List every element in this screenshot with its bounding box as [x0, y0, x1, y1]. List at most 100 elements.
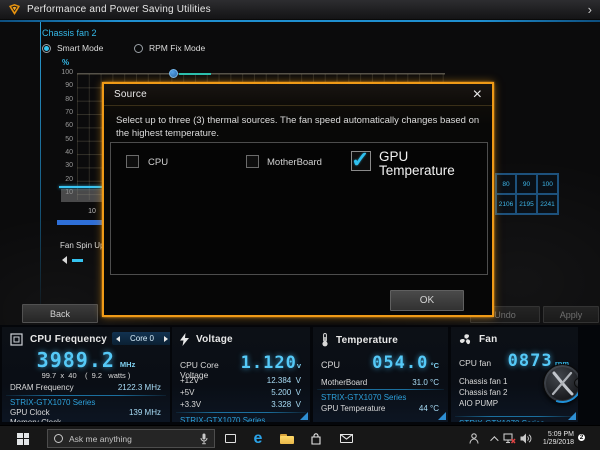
core-selector-value: Core 0 [130, 334, 154, 343]
notification-badge: 2 [577, 433, 586, 442]
cpu-frequency-unit: MHz [120, 360, 135, 369]
fan-panel: Fan CPU fan 0873 rpm Chassis fan 1 Chass… [451, 327, 578, 422]
source-dialog: Source × Select up to three (3) thermal … [102, 82, 494, 317]
volume-tray-button[interactable] [517, 426, 534, 450]
clock-time: 5:09 PM [548, 431, 574, 438]
rail-3v3-row: +3.3V 3.328 V [180, 400, 301, 409]
current-duty-fill [61, 189, 104, 202]
temperature-header: Temperature [321, 333, 398, 347]
cpu-checkbox-label: CPU [148, 157, 168, 168]
cpu-frequency-title: CPU Frequency [30, 334, 107, 345]
cpu-core-voltage-readout: 1.120v [241, 353, 301, 373]
temperature-title: Temperature [336, 335, 398, 346]
gpu-temperature-checkbox[interactable]: ✓ [351, 151, 371, 171]
core-selector[interactable]: Core 0 [112, 332, 170, 345]
file-explorer-button[interactable] [275, 426, 299, 450]
action-center-button[interactable]: 2 [572, 426, 592, 450]
rail-5v-label: +5V [180, 388, 194, 397]
chart-percent-label: % [62, 58, 69, 67]
thermal-source-box: CPU MotherBoard ✓ GPU Temperature [110, 142, 488, 275]
edge-button[interactable]: e [246, 426, 270, 450]
gpu-series-label: STRIX-GTX1070 Series [321, 393, 406, 402]
chevron-up-icon [490, 436, 498, 444]
task-view-button[interactable] [218, 426, 242, 450]
rpm-fix-mode-radio[interactable] [134, 44, 143, 53]
y-tick: 80 [53, 96, 73, 103]
chevron-right-icon[interactable] [164, 336, 168, 342]
windows-logo-icon [17, 433, 29, 445]
source-dialog-description: Select up to three (3) thermal sources. … [116, 114, 484, 141]
apply-button-label: Apply [560, 310, 583, 320]
lightning-icon [180, 333, 189, 346]
cpu-frequency-detail: 99.7 x 40 ( 9.2 watts ) [2, 371, 170, 380]
fan-spin-up-slider[interactable] [62, 256, 83, 264]
back-button[interactable]: Back [22, 304, 98, 323]
fan-header: Fan [459, 333, 497, 346]
rpm-fix-mode-option[interactable]: RPM Fix Mode [134, 42, 205, 54]
panel-divider [176, 412, 306, 413]
panel-expand-handle[interactable] [568, 412, 576, 420]
chevron-left-icon[interactable] [116, 336, 120, 342]
ok-button-label: OK [420, 295, 434, 306]
start-button[interactable] [0, 426, 46, 450]
cpu-fan-label: CPU fan [459, 358, 491, 368]
cpu-core-voltage-value: 1.120 [241, 353, 297, 373]
cortana-search-box[interactable] [47, 429, 215, 448]
smart-mode-option[interactable]: Smart Mode [42, 42, 103, 54]
rpm-fix-mode-label: RPM Fix Mode [149, 43, 205, 53]
cpu-temperature-readout: 054.0 °C [372, 353, 439, 373]
current-duty-line [59, 186, 104, 188]
cpu-frequency-value: 3989.2 [37, 348, 115, 372]
gpu-temperature-checkbox-label: GPU Temperature [379, 150, 467, 179]
smart-mode-radio[interactable] [42, 44, 51, 53]
network-tray-button[interactable] [501, 426, 517, 450]
fan-section-title: Chassis fan 2 [42, 28, 97, 38]
folder-icon [280, 434, 294, 444]
tray-overflow-button[interactable] [486, 426, 500, 450]
y-tick: 30 [53, 162, 73, 169]
cpu-checkbox[interactable] [126, 155, 139, 168]
slider-handle[interactable] [72, 259, 83, 262]
task-view-icon [225, 434, 236, 443]
store-button[interactable] [304, 426, 328, 450]
cortana-icon [54, 434, 63, 443]
chart-horizontal-slider[interactable] [57, 220, 104, 225]
y-tick: 90 [53, 82, 73, 89]
apply-button[interactable]: Apply [543, 306, 599, 323]
rpm-table-rpm-cell: 2241 [537, 194, 558, 214]
cpu-temperature-value: 054.0 [372, 353, 428, 373]
dram-frequency-label: DRAM Frequency [10, 383, 74, 392]
taskbar-clock[interactable]: 5:09 PM 1/29/2018 [536, 426, 574, 450]
radio-dot [44, 46, 49, 51]
cpu-frequency-header: CPU Frequency [10, 333, 107, 346]
cpu-temperature-unit: °C [431, 361, 439, 370]
gpu-clock-value: 139 MHz [129, 408, 161, 417]
x-tick: 10 [84, 208, 100, 215]
left-accent-line [40, 22, 41, 320]
cpu-fan-value: 0873 [508, 351, 553, 371]
mail-button[interactable] [334, 426, 358, 450]
panel-divider [317, 389, 444, 390]
panel-divider [455, 416, 574, 417]
y-tick: 70 [53, 109, 73, 116]
motherboard-temp-value: 31.0 °C [412, 378, 439, 387]
close-icon[interactable]: × [473, 88, 482, 102]
people-tray-button[interactable] [465, 426, 483, 450]
ok-button[interactable]: OK [390, 290, 464, 311]
titlebar-chevron-icon[interactable]: › [588, 3, 592, 16]
dram-frequency-row: DRAM Frequency 2122.3 MHz [10, 383, 161, 392]
motherboard-checkbox[interactable] [246, 155, 259, 168]
search-input[interactable] [69, 434, 194, 444]
fan-xpert-logo-knob [574, 378, 578, 388]
fan-curve-segment [179, 73, 211, 75]
microphone-icon[interactable] [200, 433, 208, 445]
hardware-monitor-bar: CPU Frequency Core 0 3989.2 MHz 99.7 x 4… [0, 325, 600, 425]
panel-expand-handle[interactable] [300, 412, 308, 420]
panel-expand-handle[interactable] [438, 412, 446, 420]
chevron-left-icon[interactable] [62, 256, 67, 264]
rpm-table-rpm-cell: 2106 [496, 194, 516, 214]
rail-5v-value: 5.200 V [271, 388, 301, 397]
back-button-label: Back [50, 309, 70, 319]
fan-curve-point[interactable] [169, 69, 178, 78]
y-tick: 20 [53, 176, 73, 183]
